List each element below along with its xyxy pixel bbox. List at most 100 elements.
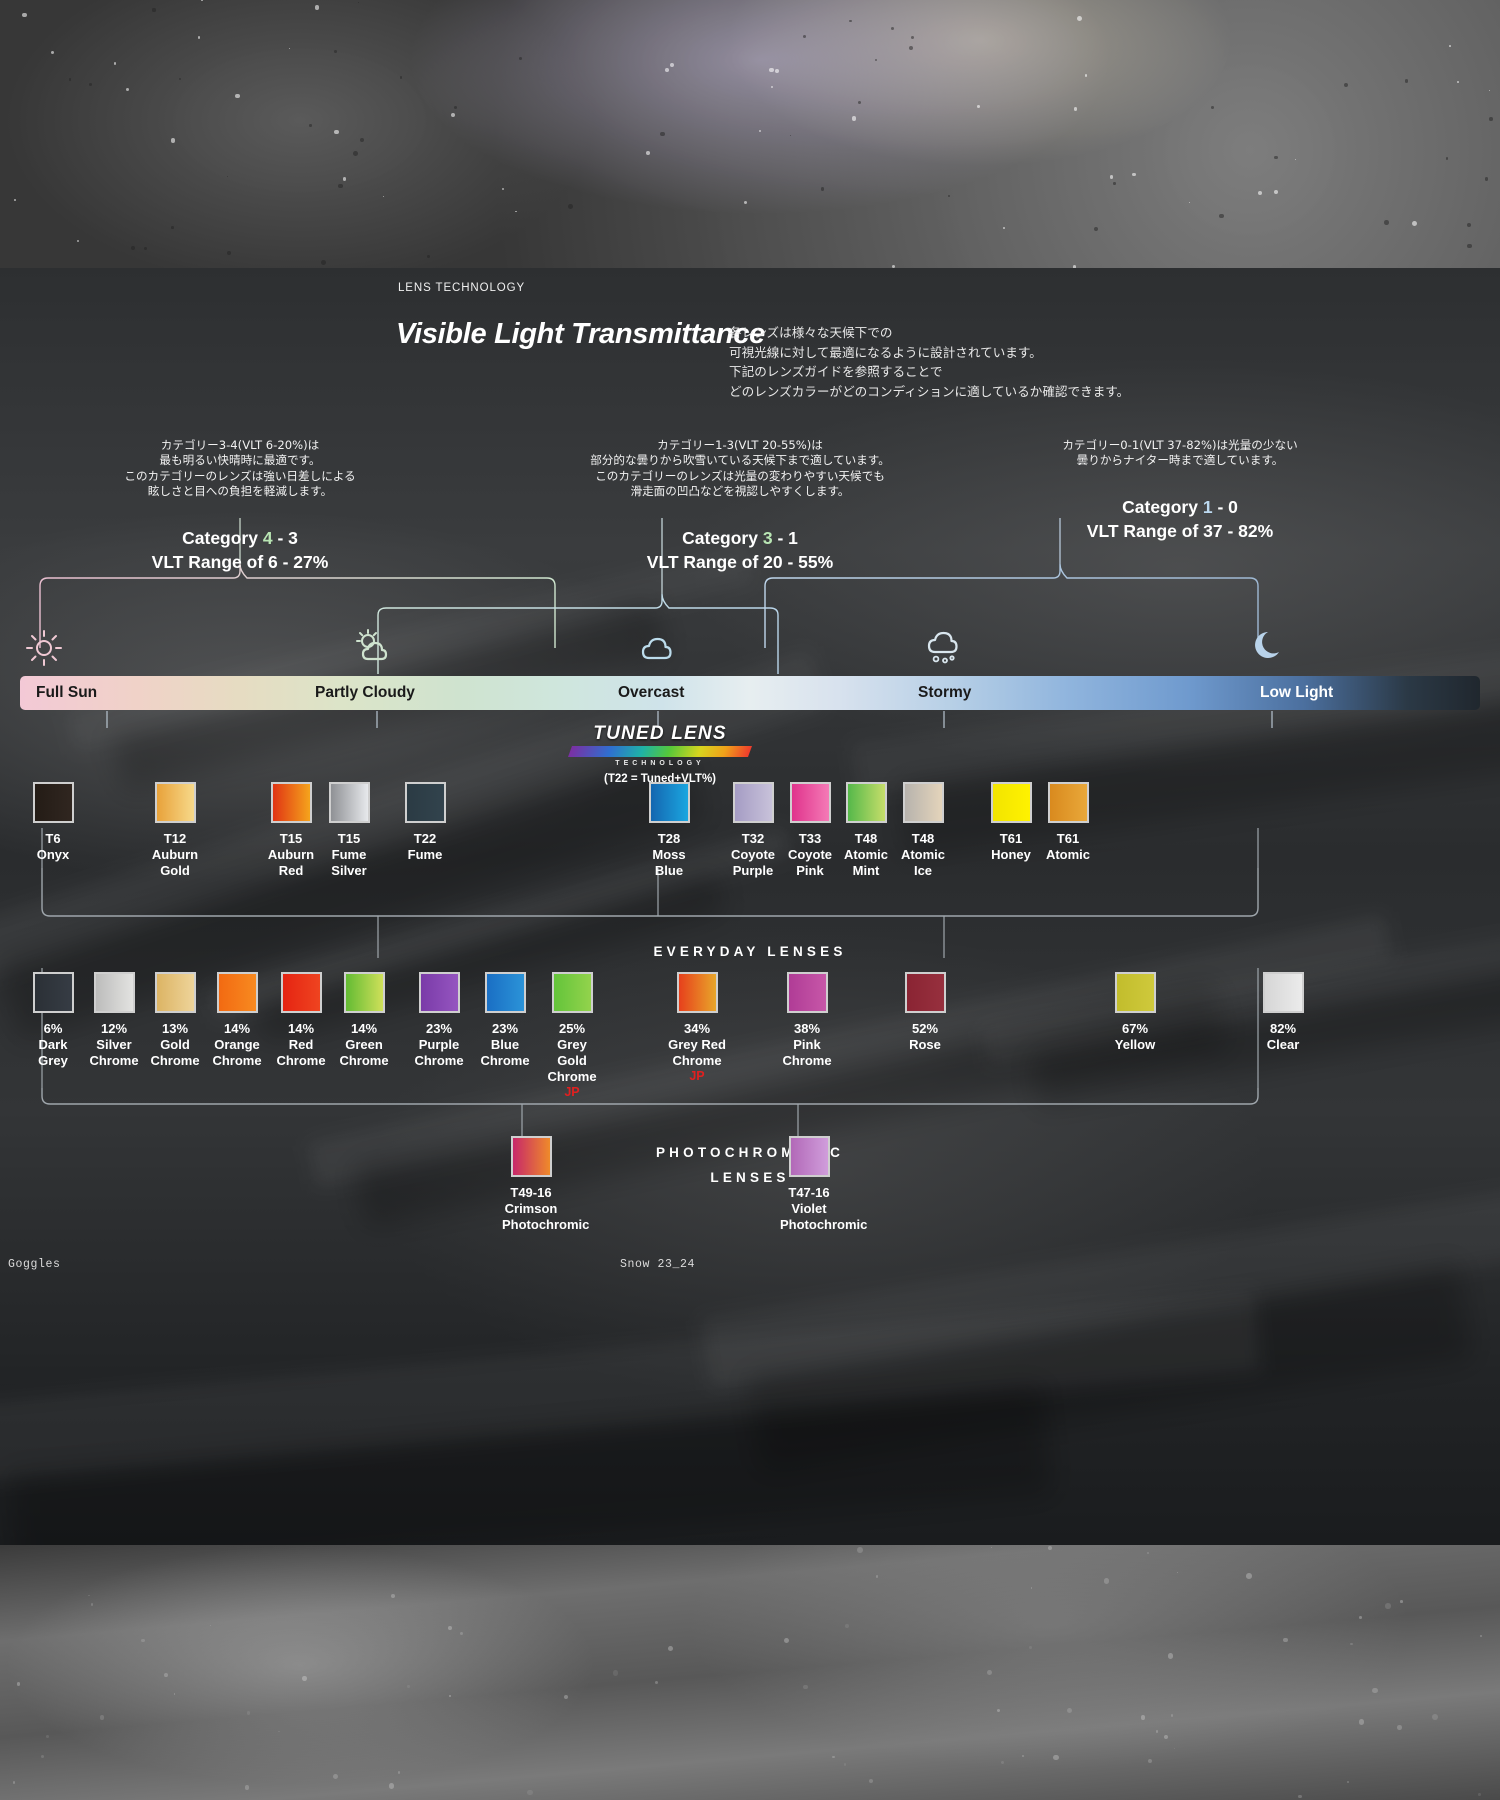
weather-gradient-bar: Full Sun Partly Cloudy Overcast Stormy Low L… [20, 676, 1480, 710]
tuned-lens-swatch[interactable]: T15 Fume Silver [320, 782, 378, 879]
tuned-lens-swatch[interactable]: T15 Auburn Red [262, 782, 320, 879]
everyday-lens-swatch[interactable]: 67% Yellow [1106, 972, 1164, 1053]
lens-name: Grey Red Chrome [668, 1037, 726, 1069]
lens-name: Onyx [24, 847, 82, 863]
tuned-lens-swatch[interactable]: T33 Coyote Pink [781, 782, 839, 879]
lens-vlt-value: 34% [668, 1021, 726, 1037]
lens-color-chip [677, 972, 718, 1013]
lens-name: Auburn Red [262, 847, 320, 879]
footer-left-label: Goggles [8, 1258, 61, 1271]
lens-vlt-value: 6% [24, 1021, 82, 1037]
everyday-lens-swatch[interactable]: 12% Silver Chrome [85, 972, 143, 1069]
lens-name: Gold Chrome [146, 1037, 204, 1069]
photochromic-lens-swatch[interactable]: T49-16 Crimson Photochromic [502, 1136, 560, 1233]
tuned-lens-swatch[interactable]: T32 Coyote Purple [724, 782, 782, 879]
moon-icon [1252, 628, 1292, 668]
tuned-lens-swatch[interactable]: T61 Honey [982, 782, 1040, 863]
lens-color-chip [217, 972, 258, 1013]
lens-code: T12 [146, 831, 204, 847]
lens-color-chip [419, 972, 460, 1013]
lens-color-chip [271, 782, 312, 823]
sun-behind-cloud-icon [355, 628, 395, 668]
everyday-lens-swatch[interactable]: 23% Blue Chrome [476, 972, 534, 1069]
lens-code: T15 [262, 831, 320, 847]
lens-color-chip [789, 1136, 830, 1177]
tuned-lens-swatch[interactable]: T28 Moss Blue [640, 782, 698, 879]
category-block-1: カテゴリー3-4(VLT 6-20%)は 最も明るい快晴時に最適です。 このカテ… [40, 438, 440, 574]
lens-code: T22 [396, 831, 454, 847]
everyday-lens-swatch[interactable]: 38% Pink Chrome [778, 972, 836, 1069]
category-number-high: 4 [263, 528, 273, 548]
category-block-3: カテゴリー0-1(VLT 37-82%)は光量の少ない 曇りからナイター時まで適… [920, 438, 1440, 543]
lens-name: Orange Chrome [208, 1037, 266, 1069]
snow-cloud-icon [924, 628, 964, 668]
lens-color-chip [94, 972, 135, 1013]
lens-name: Clear [1254, 1037, 1312, 1053]
lens-color-chip [33, 782, 74, 823]
lens-name: Yellow [1106, 1037, 1164, 1053]
bottom-photo-band [0, 1545, 1500, 1800]
everyday-lens-swatch[interactable]: 52% Rose [896, 972, 954, 1053]
tuned-lens-technology-label: TECHNOLOGY [570, 760, 750, 767]
everyday-lens-swatch[interactable]: 25% Grey Gold Chrome JP [543, 972, 601, 1100]
lens-name: Atomic [1039, 847, 1097, 863]
everyday-lens-swatch[interactable]: 14% Red Chrome [272, 972, 330, 1069]
footer-center-label: Snow 23_24 [620, 1258, 695, 1271]
lens-color-chip [905, 972, 946, 1013]
lens-color-chip [344, 972, 385, 1013]
weather-label-overcast: Overcast [618, 684, 684, 702]
lens-code: T49-16 [502, 1185, 560, 1201]
lens-name: Auburn Gold [146, 847, 204, 879]
tuned-lens-wordmark: TUNED LENS [570, 723, 750, 745]
lens-vlt-value: 52% [896, 1021, 954, 1037]
category-description-jp: カテゴリー0-1(VLT 37-82%)は光量の少ない 曇りからナイター時まで適… [920, 438, 1440, 469]
lens-name: Atomic Ice [894, 847, 952, 879]
category-vlt-range: VLT Range of 6 - 27% [40, 550, 440, 574]
category-number-low: 0 [1228, 497, 1238, 517]
tuned-lens-swatch[interactable]: T6 Onyx [24, 782, 82, 863]
lens-color-chip [790, 782, 831, 823]
tuned-lens-spectrum-bar [568, 746, 752, 757]
lens-name: Atomic Mint [837, 847, 895, 879]
tuned-lens-swatch[interactable]: T12 Auburn Gold [146, 782, 204, 879]
lens-color-chip [405, 782, 446, 823]
lens-name: Grey Gold Chrome [543, 1037, 601, 1085]
weather-label-full-sun: Full Sun [36, 684, 97, 702]
lens-name: Violet Photochromic [780, 1201, 838, 1233]
lens-vlt-value: 14% [208, 1021, 266, 1037]
weather-label-stormy: Stormy [918, 684, 971, 702]
category-number-high: 1 [1203, 497, 1213, 517]
lens-jp-badge: JP [668, 1069, 726, 1084]
category-description-jp: カテゴリー3-4(VLT 6-20%)は 最も明るい快晴時に最適です。 このカテ… [40, 438, 440, 500]
lens-color-chip [787, 972, 828, 1013]
lens-color-chip [991, 782, 1032, 823]
lens-code: T15 [320, 831, 378, 847]
everyday-lens-swatch[interactable]: 14% Orange Chrome [208, 972, 266, 1069]
everyday-lens-swatch[interactable]: 34% Grey Red Chrome JP [668, 972, 726, 1084]
everyday-lens-swatch[interactable]: 14% Green Chrome [335, 972, 393, 1069]
everyday-lens-swatch[interactable]: 13% Gold Chrome [146, 972, 204, 1069]
lens-technology-infographic: LENS TECHNOLOGY Visible Light Transmitta… [0, 0, 1500, 1800]
lens-name: Coyote Pink [781, 847, 839, 879]
lens-vlt-value: 82% [1254, 1021, 1312, 1037]
tuned-lens-swatch[interactable]: T48 Atomic Mint [837, 782, 895, 879]
everyday-lens-swatch[interactable]: 23% Purple Chrome [410, 972, 468, 1069]
tuned-lens-swatch[interactable]: T22 Fume [396, 782, 454, 863]
lens-color-chip [552, 972, 593, 1013]
lens-name: Pink Chrome [778, 1037, 836, 1069]
lens-color-chip [903, 782, 944, 823]
lens-name: Dark Grey [24, 1037, 82, 1069]
everyday-lens-swatch[interactable]: 82% Clear [1254, 972, 1312, 1053]
category-number-low: 1 [788, 528, 798, 548]
lens-code: T28 [640, 831, 698, 847]
everyday-lens-swatch[interactable]: 6% Dark Grey [24, 972, 82, 1069]
lens-color-chip [155, 782, 196, 823]
photochromic-lens-swatch[interactable]: T47-16 Violet Photochromic [780, 1136, 838, 1233]
lens-vlt-value: 23% [410, 1021, 468, 1037]
category-vlt-range: VLT Range of 37 - 82% [920, 519, 1440, 543]
lens-code: T48 [894, 831, 952, 847]
tuned-lens-swatch[interactable]: T48 Atomic Ice [894, 782, 952, 879]
lens-name: Fume Silver [320, 847, 378, 879]
category-title: Category 1 - 0 [920, 495, 1440, 519]
tuned-lens-swatch[interactable]: T61 Atomic [1039, 782, 1097, 863]
